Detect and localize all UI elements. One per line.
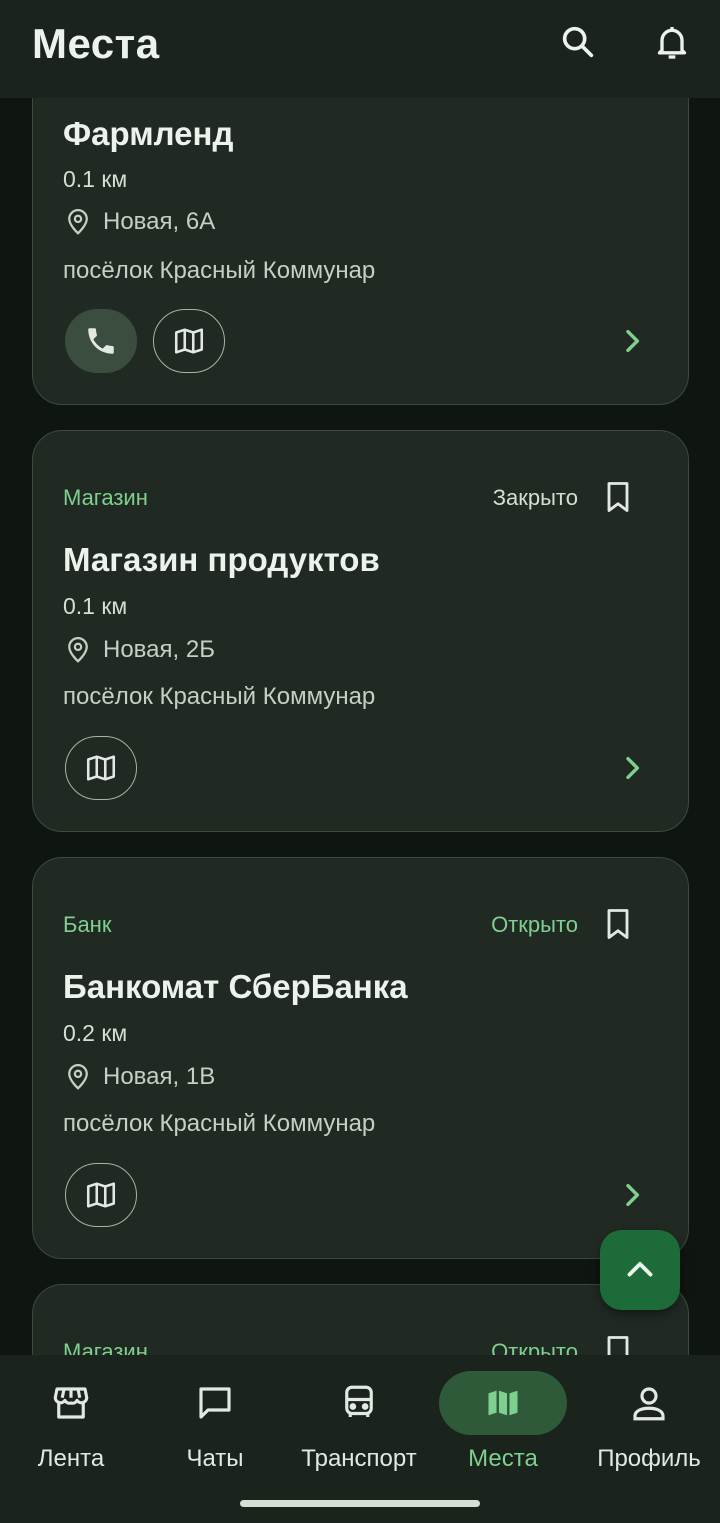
chat-icon [199,1387,231,1419]
person-icon [633,1387,665,1421]
bus-icon [345,1385,373,1417]
map-icon [86,1182,116,1208]
place-category: Магазин [63,1339,148,1355]
place-locality: посёлок Красный Коммунар [63,1110,376,1137]
card-actions [65,309,225,373]
show-on-map-button[interactable] [65,736,137,800]
bookmark-icon[interactable] [600,904,636,944]
nav-label: Профиль [597,1445,701,1472]
card-actions [65,736,137,800]
place-card[interactable]: Магазин Открыто [32,1284,689,1355]
chevron-right-icon[interactable] [616,325,648,357]
chevron-right-icon[interactable] [616,752,648,784]
location-pin-icon [68,637,88,663]
map-icon [86,755,116,781]
open-status: Открыто [491,912,578,937]
chevron-right-icon[interactable] [616,1179,648,1211]
call-button[interactable] [65,309,137,373]
place-card[interactable]: Банк Открыто Банкомат СберБанка 0.2 км Н… [32,857,689,1259]
address-row: Новая, 2Б [63,635,215,665]
place-address: Новая, 6А [103,208,216,235]
nav-item-profile[interactable]: Профиль [577,1371,720,1481]
open-status: Открыто [491,1339,578,1355]
notifications-button[interactable] [648,18,696,66]
nav-item-chats[interactable]: Чаты [143,1371,287,1481]
nav-label: Места [468,1445,538,1472]
card-actions [65,1163,137,1227]
bottom-navigation: Лента Чаты Транспорт Места Профиль [0,1355,720,1523]
scroll-to-top-button[interactable] [600,1230,680,1310]
nav-item-places[interactable]: Места [431,1371,575,1481]
search-icon [562,26,594,58]
place-title: Банкомат СберБанка [63,968,408,1005]
home-indicator[interactable] [240,1500,480,1507]
bookmark-icon[interactable] [600,477,636,517]
show-on-map-button[interactable] [65,1163,137,1227]
nav-item-transport[interactable]: Транспорт [287,1371,431,1481]
place-locality: посёлок Красный Коммунар [63,683,376,710]
nav-item-feed[interactable]: Лента [0,1371,143,1481]
place-locality: посёлок Красный Коммунар [63,257,376,284]
places-feed[interactable]: Фармленд 0.1 км Новая, 6А посёлок Красны… [0,0,720,1355]
phone-icon [88,328,114,354]
place-title: Фармленд [63,115,234,152]
place-distance: 0.2 км [63,1020,128,1046]
map-icon [174,328,204,354]
map-icon [486,1387,520,1419]
bell-icon [657,27,687,59]
nav-label: Лента [37,1445,105,1472]
place-address: Новая, 2Б [103,636,215,663]
top-app-bar: Места [0,0,720,98]
screen: Фармленд 0.1 км Новая, 6А посёлок Красны… [0,0,720,1523]
place-card[interactable]: Магазин Закрыто Магазин продуктов 0.1 км… [32,430,689,832]
place-title: Магазин продуктов [63,541,380,578]
show-on-map-button[interactable] [153,309,225,373]
location-pin-icon [68,209,88,235]
page-title: Места [32,20,160,67]
address-row: Новая, 1В [63,1062,215,1092]
place-category: Магазин [63,485,148,510]
nav-label: Транспорт [301,1445,417,1472]
chevron-up-icon [627,1262,653,1277]
search-button[interactable] [554,18,602,66]
place-address: Новая, 1В [103,1063,216,1090]
nav-label: Чаты [186,1445,244,1472]
place-category: Банк [63,912,112,937]
place-distance: 0.1 км [63,593,128,619]
storefront-icon [53,1387,89,1419]
location-pin-icon [68,1064,88,1090]
open-status: Закрыто [492,485,578,510]
place-distance: 0.1 км [63,166,128,192]
address-row: Новая, 6А [63,207,215,237]
bookmark-icon[interactable] [600,1331,636,1355]
